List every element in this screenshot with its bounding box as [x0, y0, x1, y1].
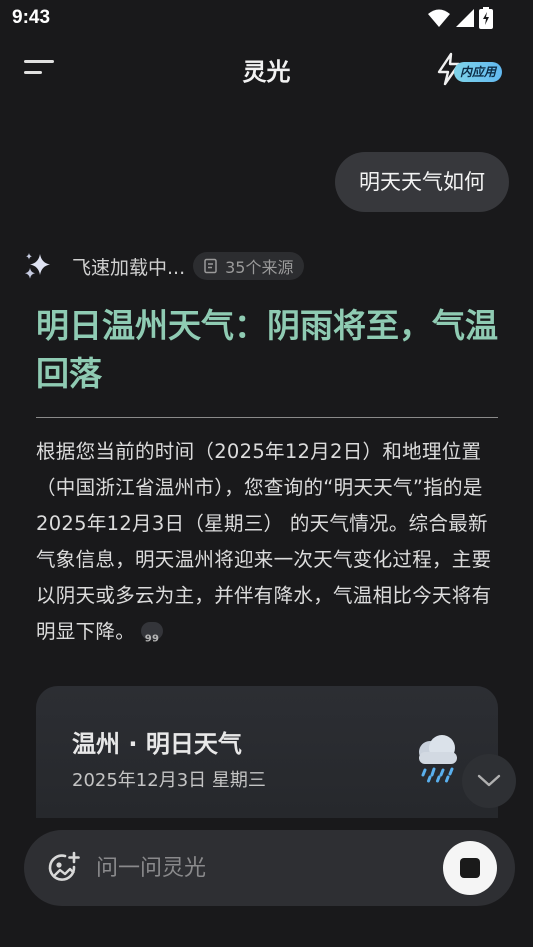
sparkle-icon — [25, 253, 50, 279]
answer-text: 根据您当前的时间（2025年12月2日）和地理位置（中国浙江省温州市），您查询的… — [36, 440, 492, 643]
weather-card-title: 温州 · 明日天气 — [72, 730, 242, 758]
wifi-icon — [428, 9, 450, 27]
answer-paragraph: 根据您当前的时间（2025年12月2日）和地理位置（中国浙江省温州市），您查询的… — [36, 434, 502, 650]
status-icons — [427, 7, 493, 29]
image-add-icon[interactable] — [46, 850, 82, 886]
user-message-bubble: 明天天气如何 — [335, 152, 509, 212]
citation-icon[interactable]: 99 — [141, 621, 164, 644]
sources-count: 35个来源 — [225, 258, 294, 277]
weather-card-date: 2025年12月3日 星期三 — [72, 770, 266, 791]
sources-chip[interactable]: 35个来源 — [193, 252, 304, 280]
battery-icon — [479, 7, 493, 29]
assistant-status-row: 飞速加载中... 35个来源 — [22, 248, 304, 284]
document-icon — [204, 258, 217, 274]
input-bar — [24, 830, 515, 906]
signal-icon — [456, 9, 474, 27]
citation-mark: 99 — [145, 633, 160, 644]
mini-app-badge: 内应用 — [454, 62, 503, 82]
answer-headline: 明日温州天气：阴雨将至，气温回落 — [36, 306, 498, 393]
quote-mark-icon: 99 — [145, 633, 160, 644]
stop-button[interactable] — [443, 841, 497, 895]
divider — [36, 417, 498, 418]
status-bar: 9:43 — [0, 0, 533, 38]
status-time: 9:43 — [12, 7, 51, 28]
app-screen: 9:43 灵光 内应用 明天天气如何 飞速加载中... 35个来源 明日温州天气… — [0, 0, 533, 947]
scroll-down-button[interactable] — [462, 754, 516, 808]
chevron-down-icon — [477, 774, 501, 787]
stop-icon — [460, 858, 480, 878]
loading-text: 飞速加载中... — [72, 256, 186, 279]
top-nav: 灵光 内应用 — [0, 40, 533, 96]
ask-input[interactable] — [96, 848, 426, 888]
weather-card[interactable]: 温州 · 明日天气 2025年12月3日 星期三 — [36, 686, 498, 818]
rain-cloud-icon — [419, 735, 457, 783]
mini-app-button[interactable]: 内应用 — [437, 50, 507, 86]
